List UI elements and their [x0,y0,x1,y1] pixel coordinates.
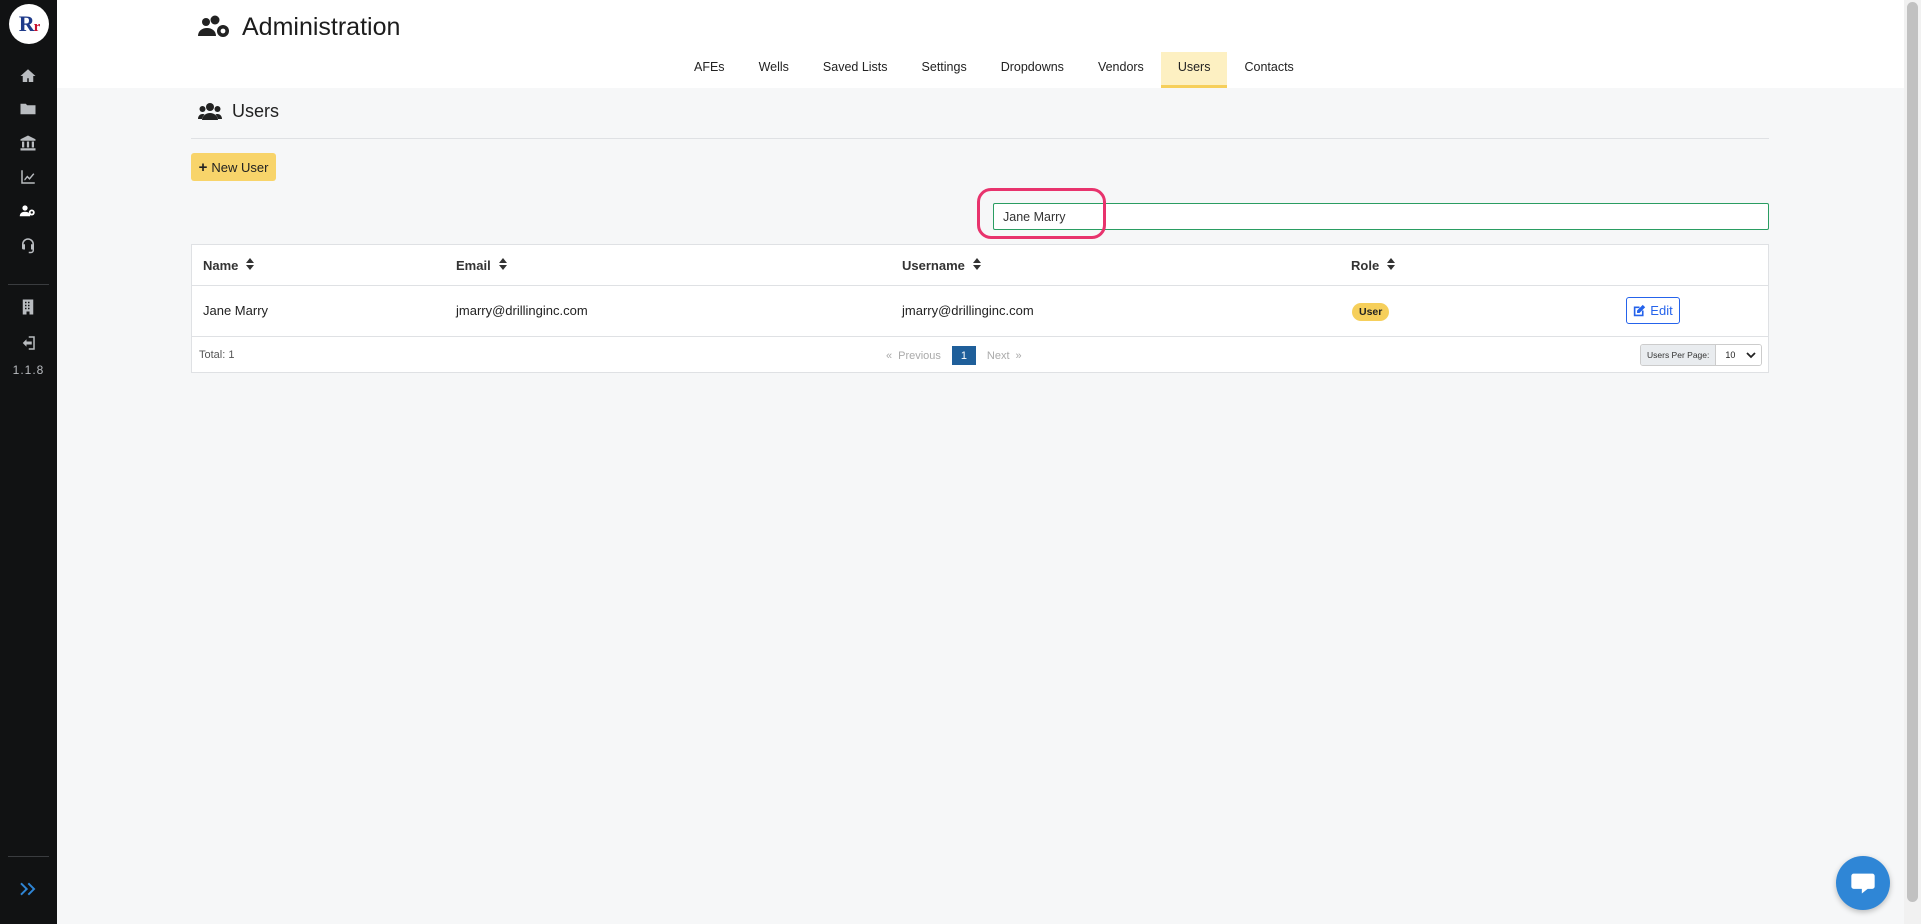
page-header: Administration AFEs Wells Saved Lists Se… [57,0,1904,88]
per-page-label: Users Per Page: [1641,345,1717,365]
section-header: Users [198,101,279,122]
bank-icon[interactable] [17,133,39,153]
role-badge: User [1352,303,1390,321]
cell-name: Jane Marry [203,303,269,318]
sign-out-icon[interactable] [17,333,39,353]
tab-settings[interactable]: Settings [905,52,984,88]
tab-users[interactable]: Users [1160,52,1228,88]
logo-text: Rr [18,11,41,36]
edit-user-button[interactable]: Edit [1626,297,1680,324]
users-table: Name Email Username Role Jane Marry jmar… [191,244,1769,373]
tab-vendors[interactable]: Vendors [1081,52,1161,88]
building-icon[interactable] [17,297,39,317]
tab-wells[interactable]: Wells [742,52,806,88]
tab-contacts[interactable]: Contacts [1227,52,1310,88]
sidebar-divider-bottom [8,856,49,857]
new-user-button[interactable]: + New User [191,153,276,181]
sidebar-divider [8,284,49,285]
edit-icon [1634,304,1646,317]
cell-username: jmarry@drillinginc.com [902,303,1034,318]
chat-widget-button[interactable] [1836,856,1890,910]
tab-saved-lists[interactable]: Saved Lists [806,52,905,88]
users-cog-icon[interactable] [17,201,39,221]
page-scrollbar[interactable] [1904,0,1921,924]
app-logo[interactable]: Rr [9,4,49,44]
pagination: « Previous 1 Next » [886,346,1022,365]
first-page-link[interactable]: « [886,350,892,362]
sort-icon[interactable] [498,258,507,273]
home-icon[interactable] [17,66,39,86]
chat-icon [1851,873,1875,894]
scrollbar-thumb[interactable] [1907,2,1918,902]
page-title: Administration [242,13,401,41]
chart-line-icon[interactable] [17,167,39,187]
column-header-name[interactable]: Name [203,258,255,273]
last-page-link[interactable]: » [1016,350,1022,362]
sort-icon[interactable] [1387,258,1396,273]
per-page-control: Users Per Page: 10 [1640,344,1763,366]
column-header-email[interactable]: Email [456,258,507,273]
section-title: Users [232,101,280,121]
chevron-down-icon [1746,352,1757,359]
sort-icon[interactable] [972,258,981,273]
previous-page-link[interactable]: Previous [898,350,941,362]
section-divider [191,138,1769,139]
headset-icon[interactable] [17,235,39,255]
sidebar: Rr 1.1.8 [0,0,57,924]
users-icon [198,102,222,120]
sort-icon[interactable] [246,258,255,273]
tab-afes[interactable]: AFEs [677,52,742,88]
users-cog-icon [198,15,229,37]
current-page[interactable]: 1 [951,346,976,365]
column-header-username[interactable]: Username [902,258,981,273]
new-user-label: New User [211,159,269,175]
column-header-role[interactable]: Role [1351,258,1396,273]
cell-email: jmarry@drillinginc.com [456,303,588,318]
page-title-group: Administration [198,13,400,42]
folder-icon[interactable] [17,99,39,119]
search-input[interactable] [993,203,1769,230]
per-page-select[interactable]: 10 [1716,345,1762,365]
table-row: Jane Marry jmarry@drillinginc.com jmarry… [192,286,1768,337]
total-count: Total: 1 [199,349,235,361]
table-footer: Total: 1 « Previous 1 Next » Users Per P… [192,337,1768,373]
expand-sidebar-icon[interactable] [18,878,40,900]
plus-icon: + [198,158,208,176]
app-version: 1.1.8 [12,363,45,377]
table-header: Name Email Username Role [192,245,1768,286]
tab-dropdowns[interactable]: Dropdowns [984,52,1081,88]
next-page-link[interactable]: Next [987,350,1010,362]
